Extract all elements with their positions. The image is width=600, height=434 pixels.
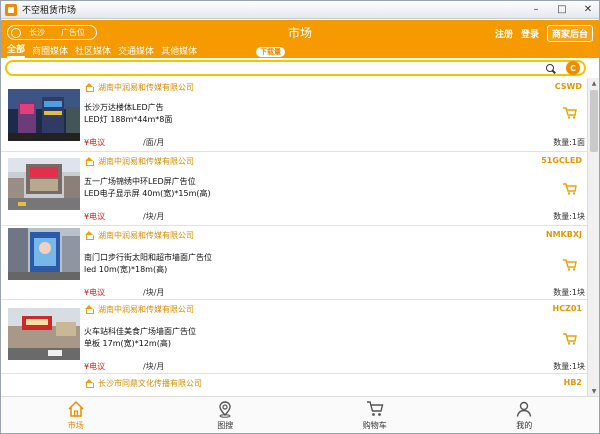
listing-list: 湖南中润易和传媒有限公司 CSWD 长沙万达楼体LED广告 LED灯 188m*… bbox=[1, 78, 587, 396]
app-header: 长沙 广告位 市场 注册 登录 商家后台 bbox=[1, 20, 599, 44]
add-to-cart-icon[interactable] bbox=[563, 107, 577, 119]
company-name[interactable]: 湖南中润易和传媒有限公司 bbox=[98, 82, 194, 93]
nav-profile[interactable]: 我的 bbox=[450, 397, 600, 433]
list-item[interactable]: 湖南中润易和传媒有限公司 51GCLED 五一广场锦绣中环LED屏广告位 LED… bbox=[1, 152, 587, 226]
listing-title[interactable]: 长沙万达楼体LED广告 bbox=[84, 102, 164, 113]
bottom-navigation: 市场 图搜 购物车 我的 bbox=[1, 396, 599, 433]
price-unit: /块/月 bbox=[143, 362, 165, 371]
list-item[interactable]: 湖南中润易和传媒有限公司 CSWD 长沙万达楼体LED广告 LED灯 188m*… bbox=[1, 78, 587, 152]
header-actions: 注册 登录 商家后台 bbox=[495, 25, 593, 42]
shop-icon bbox=[84, 83, 94, 92]
price: ¥电议 bbox=[84, 288, 106, 297]
company-name[interactable]: 湖南中润易和传媒有限公司 bbox=[98, 304, 194, 315]
listing-thumbnail[interactable] bbox=[8, 228, 80, 280]
listing-code: CSWD bbox=[554, 82, 582, 91]
add-to-cart-icon[interactable] bbox=[563, 259, 577, 271]
listing-code: HB2 bbox=[563, 378, 582, 387]
map-pin-icon bbox=[219, 401, 231, 418]
scroll-down-icon[interactable]: ▼ bbox=[589, 386, 599, 396]
company-name[interactable]: 湖南中润易和传媒有限公司 bbox=[98, 230, 194, 241]
shop-icon bbox=[84, 157, 94, 166]
add-to-cart-icon[interactable] bbox=[563, 333, 577, 345]
listing-spec: LED电子显示屏 40m(宽)*15m(高) bbox=[84, 189, 211, 198]
quantity: 数量:1块 bbox=[553, 362, 585, 371]
city-label: 长沙 bbox=[29, 28, 45, 37]
home-icon bbox=[68, 400, 84, 417]
tab-business-media[interactable]: 商圈媒体 bbox=[32, 44, 68, 58]
search-icon[interactable] bbox=[545, 63, 556, 74]
download-badge[interactable]: 下载量 bbox=[256, 47, 285, 57]
company-row: 湖南中润易和传媒有限公司 NMKBXJ bbox=[84, 230, 584, 242]
register-link[interactable]: 注册 bbox=[495, 27, 513, 40]
merchant-admin-button[interactable]: 商家后台 bbox=[546, 25, 593, 42]
listing-thumbnail[interactable] bbox=[8, 89, 80, 141]
location-selector[interactable]: 长沙 广告位 bbox=[7, 25, 97, 40]
category-label: 广告位 bbox=[61, 28, 85, 37]
nav-label: 市场 bbox=[67, 421, 84, 430]
nav-cart[interactable]: 购物车 bbox=[300, 397, 450, 433]
add-to-cart-icon[interactable] bbox=[563, 183, 577, 195]
cart-icon bbox=[366, 401, 384, 416]
nav-label: 图搜 bbox=[217, 421, 234, 430]
listing-title[interactable]: 南门口步行街太阳和超市墙面广告位 bbox=[84, 252, 212, 263]
app-logo-icon bbox=[5, 3, 17, 16]
listing-thumbnail[interactable] bbox=[8, 308, 80, 360]
list-scrollbar[interactable]: ▲ ▼ bbox=[587, 78, 599, 396]
list-item[interactable]: 湖南中润易和传媒有限公司 HCZ01 火车站科佳美食广场墙面广告位 单板 17m… bbox=[1, 300, 587, 374]
company-row: 湖南中润易和传媒有限公司 HCZ01 bbox=[84, 304, 584, 316]
scroll-up-icon[interactable]: ▲ bbox=[589, 78, 599, 88]
price-unit: /面/月 bbox=[143, 138, 165, 147]
nav-label: 购物车 bbox=[362, 421, 387, 430]
nav-image-search[interactable]: 图搜 bbox=[151, 397, 301, 433]
company-name[interactable]: 湖南中润易和传媒有限公司 bbox=[98, 156, 194, 167]
app-window: 不空租赁市场 – □ ✕ 长沙 广告位 市场 注册 登录 商家后台 全部 商圈媒… bbox=[0, 0, 600, 434]
tab-all[interactable]: 全部 bbox=[7, 42, 26, 58]
tab-transport-media[interactable]: 交通媒体 bbox=[118, 44, 154, 58]
company-row: 湖南中润易和传媒有限公司 CSWD bbox=[84, 82, 584, 94]
location-icon bbox=[11, 27, 21, 38]
shop-icon bbox=[84, 231, 94, 240]
company-name[interactable]: 长沙市同鼎文化传播有限公司 bbox=[98, 378, 202, 389]
price: ¥电议 bbox=[84, 212, 106, 221]
listing-code: HCZ01 bbox=[552, 304, 583, 313]
price: ¥电议 bbox=[84, 138, 106, 147]
quantity: 数量:1块 bbox=[553, 288, 585, 297]
login-link[interactable]: 登录 bbox=[521, 27, 539, 40]
user-icon bbox=[517, 401, 532, 417]
list-item[interactable]: 湖南中润易和传媒有限公司 NMKBXJ 南门口步行街太阳和超市墙面广告位 led… bbox=[1, 226, 587, 300]
price-unit: /块/月 bbox=[143, 288, 165, 297]
listing-code: NMKBXJ bbox=[545, 230, 582, 239]
price-unit: /块/月 bbox=[143, 212, 165, 221]
listing-title[interactable]: 火车站科佳美食广场墙面广告位 bbox=[84, 326, 196, 337]
listing-title[interactable]: 五一广场锦绣中环LED屏广告位 bbox=[84, 176, 196, 187]
listing-thumbnail[interactable] bbox=[8, 158, 80, 210]
scroll-thumb[interactable] bbox=[590, 90, 598, 152]
search-input[interactable]: C bbox=[5, 60, 586, 76]
listing-spec: 单板 17m(宽)*12m(高) bbox=[84, 339, 171, 348]
nav-label: 我的 bbox=[516, 421, 533, 430]
shop-icon bbox=[84, 379, 94, 388]
brand-logo-icon[interactable]: C bbox=[566, 61, 580, 75]
category-tabs: 全部 商圈媒体 社区媒体 交通媒体 其他媒体 bbox=[1, 44, 599, 58]
list-item[interactable]: 长沙市同鼎文化传播有限公司 HB2 bbox=[1, 374, 587, 396]
company-row: 湖南中润易和传媒有限公司 51GCLED bbox=[84, 156, 584, 168]
listing-code: 51GCLED bbox=[541, 156, 582, 165]
tab-other-media[interactable]: 其他媒体 bbox=[161, 44, 197, 58]
tab-community-media[interactable]: 社区媒体 bbox=[75, 44, 111, 58]
window-title: 不空租赁市场 bbox=[22, 6, 77, 16]
listing-spec: led 10m(宽)*18m(高) bbox=[84, 265, 168, 274]
quantity: 数量:1面 bbox=[553, 138, 585, 147]
company-row: 长沙市同鼎文化传播有限公司 HB2 bbox=[84, 378, 584, 390]
window-controls: – □ ✕ bbox=[529, 3, 595, 16]
shop-icon bbox=[84, 305, 94, 314]
price: ¥电议 bbox=[84, 362, 106, 371]
close-icon[interactable]: ✕ bbox=[581, 3, 595, 16]
maximize-icon[interactable]: □ bbox=[555, 3, 569, 16]
minimize-icon[interactable]: – bbox=[529, 3, 543, 16]
listing-spec: LED灯 188m*44m*8面 bbox=[84, 115, 173, 124]
quantity: 数量:1块 bbox=[553, 212, 585, 221]
title-bar: 不空租赁市场 – □ ✕ bbox=[1, 1, 599, 19]
nav-market[interactable]: 市场 bbox=[1, 397, 151, 433]
